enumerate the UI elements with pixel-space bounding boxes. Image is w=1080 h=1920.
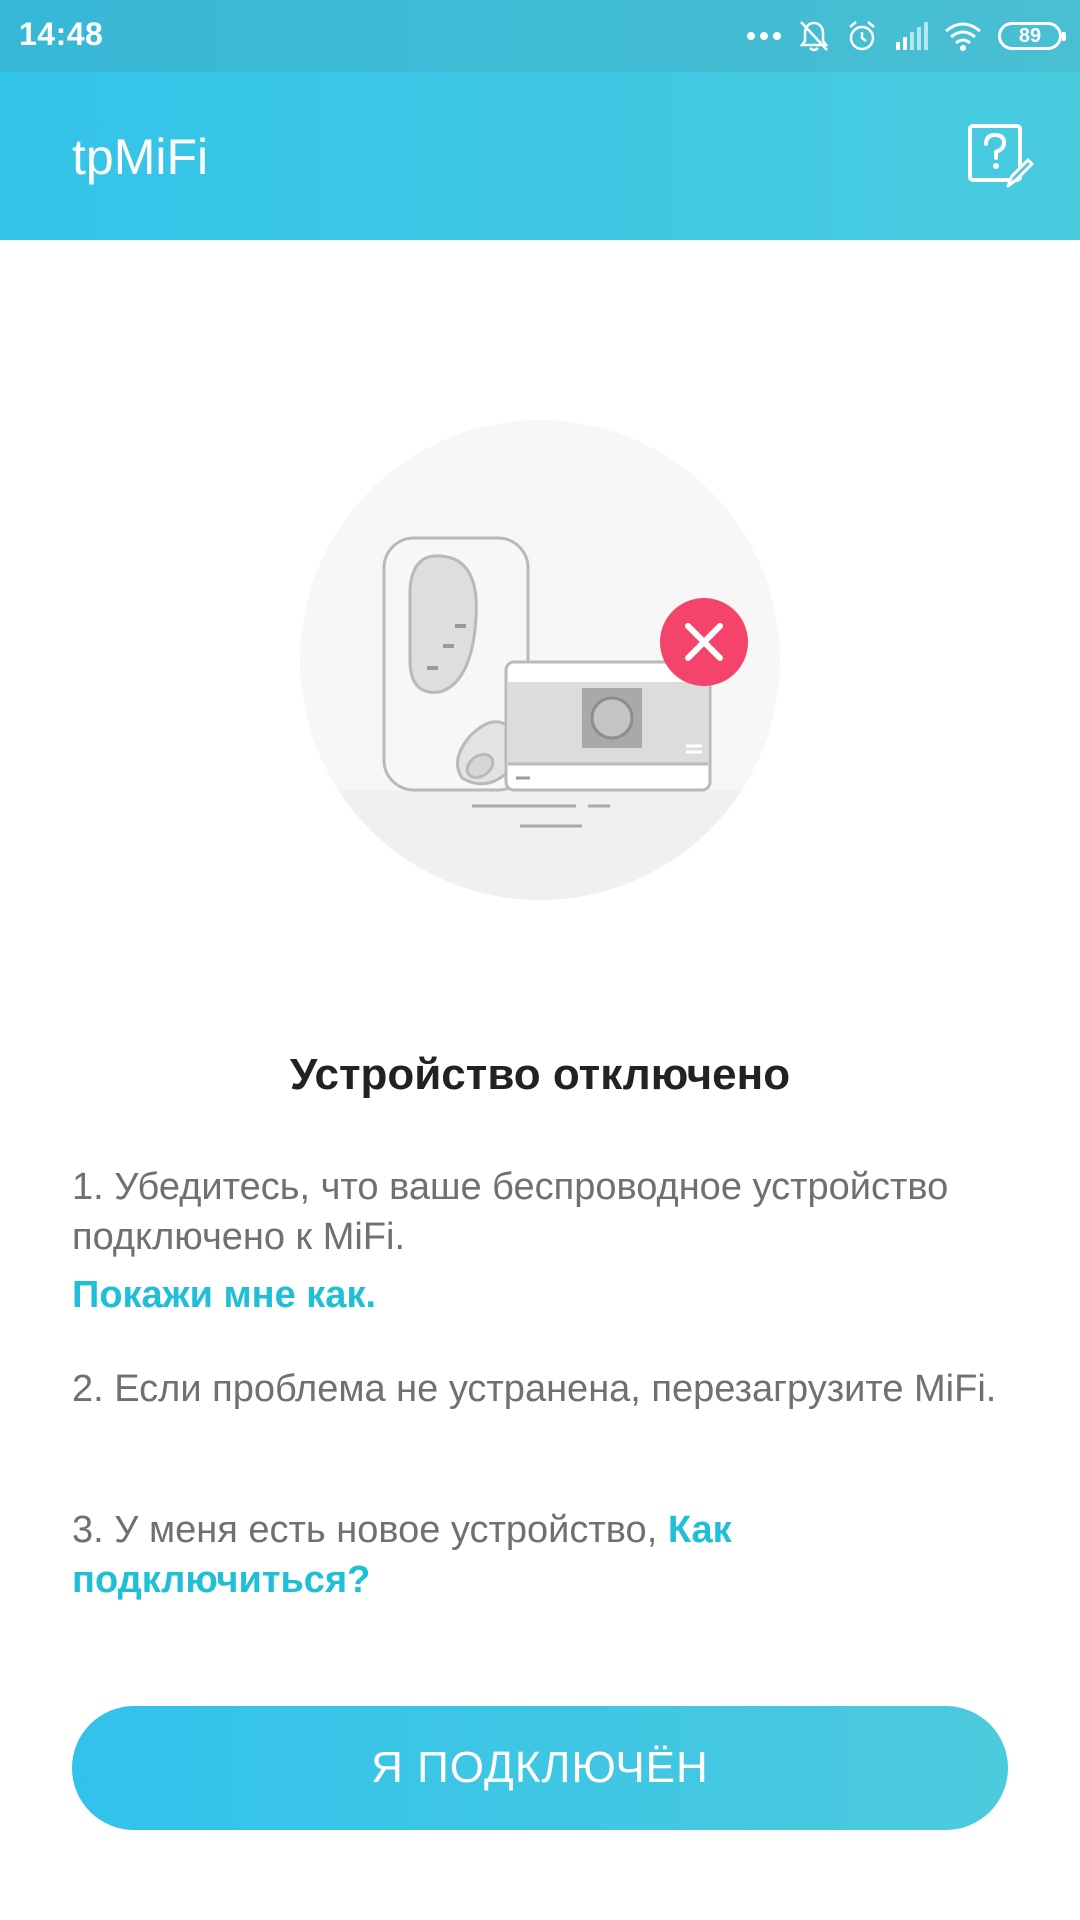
more-dots-icon bbox=[746, 31, 782, 41]
wifi-icon bbox=[944, 21, 982, 51]
disconnected-heading: Устройство отключено bbox=[289, 1050, 791, 1099]
step-1-text: 1. Убедитесь, что ваше беспроводное устр… bbox=[72, 1166, 949, 1258]
battery-level: 89 bbox=[1018, 24, 1042, 47]
i-am-connected-button[interactable]: Я ПОДКЛЮЧЁН bbox=[72, 1706, 1008, 1830]
step-3: 3. У меня есть новое устройство, Как под… bbox=[72, 1505, 1012, 1605]
bell-off-icon bbox=[798, 19, 830, 53]
battery-icon: 89 bbox=[998, 22, 1066, 50]
show-me-how-link[interactable]: Покажи мне как. bbox=[72, 1270, 376, 1320]
alarm-icon bbox=[846, 19, 878, 53]
step-2-text: 2. Если проблема не устранена, перезагру… bbox=[72, 1368, 997, 1410]
error-x-icon bbox=[660, 598, 748, 686]
status-time: 14:48 bbox=[19, 16, 104, 52]
status-bar: 14:48 89 bbox=[0, 0, 1080, 72]
help-feedback-icon bbox=[968, 124, 1034, 188]
status-icons: 89 bbox=[746, 16, 1066, 56]
app-title: tpMiFi bbox=[72, 129, 209, 185]
step-3-text: 3. У меня есть новое устройство, bbox=[72, 1509, 668, 1551]
app-bar: tpMiFi bbox=[0, 72, 1080, 240]
device-disconnected-illustration bbox=[300, 420, 780, 900]
help-feedback-button[interactable] bbox=[962, 120, 1034, 192]
signal-icon bbox=[894, 22, 928, 50]
